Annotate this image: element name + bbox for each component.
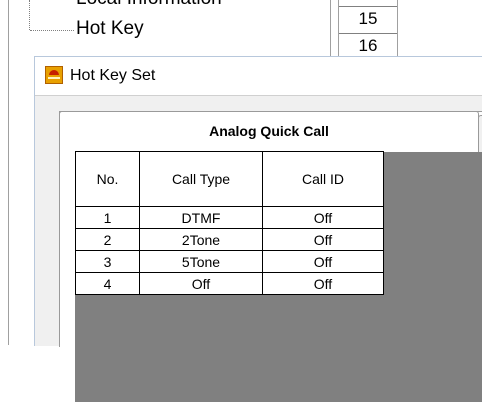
cell-call-type[interactable]: 5Tone [139,250,263,273]
cell-call-id[interactable]: Off [262,272,384,295]
row-divider [339,6,397,7]
cell-call-id[interactable]: Off [262,228,384,251]
cell-no[interactable]: 1 [75,206,140,229]
grid-header-row: No. Call Type Call ID [75,151,384,207]
table-row: 2 2Tone Off [75,228,384,251]
cell-call-id[interactable]: Off [262,206,384,229]
table-row: 3 5Tone Off [75,250,384,273]
tree-item-local-information[interactable]: Local Information [76,0,222,10]
tree-border [8,0,9,345]
hot-key-grid: No. Call Type Call ID 1 DTMF Off 2 2Tone… [75,151,384,295]
tab-analog-quick-call[interactable]: Analog Quick Call [59,111,479,152]
channel-number-column: 15 16 [338,0,398,60]
tree-connector-line [29,0,30,30]
cell-no[interactable]: 3 [75,250,140,273]
radio-app-icon [45,66,63,84]
table-row: 4 Off Off [75,272,384,295]
hot-key-set-dialog: Hot Key Set Analog Quick Call No. Call T… [34,56,482,402]
cell-call-type[interactable]: Off [139,272,263,295]
column-header-no[interactable]: No. [75,151,140,207]
column-header-call-id[interactable]: Call ID [262,151,384,207]
tab-label: Analog Quick Call [209,123,329,139]
cell-no[interactable]: 2 [75,228,140,251]
cell-call-type[interactable]: 2Tone [139,228,263,251]
dialog-title: Hot Key Set [70,67,156,84]
title-bar[interactable]: Hot Key Set [35,57,482,96]
column-header-call-type[interactable]: Call Type [139,151,263,207]
tree-connector-line [30,30,74,31]
tree-item-hot-key[interactable]: Hot Key [76,18,144,40]
channel-number[interactable]: 15 [339,9,397,29]
cell-call-type[interactable]: DTMF [139,206,263,229]
channel-number[interactable]: 16 [339,36,397,56]
table-row: 1 DTMF Off [75,206,384,229]
cell-call-id[interactable]: Off [262,250,384,273]
cell-no[interactable]: 4 [75,272,140,295]
row-divider [339,33,397,34]
